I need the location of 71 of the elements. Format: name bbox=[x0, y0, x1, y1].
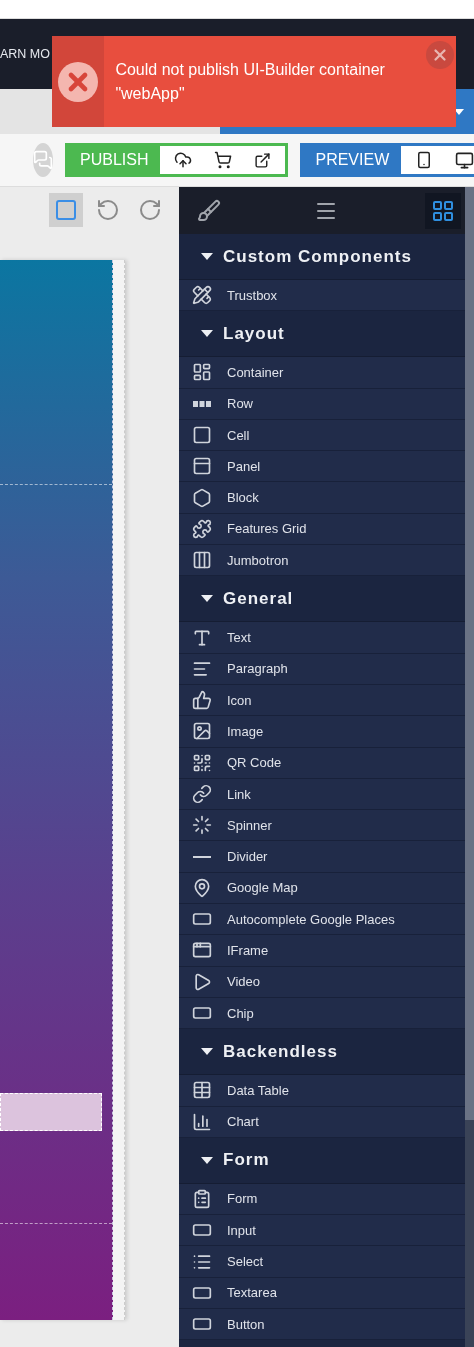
component-item[interactable]: Spinner bbox=[179, 810, 465, 842]
grid-icon bbox=[431, 198, 455, 223]
form-icon bbox=[192, 1188, 212, 1209]
hexagon-icon bbox=[192, 487, 212, 508]
square-icon bbox=[192, 425, 212, 446]
component-item[interactable]: Google Map bbox=[179, 872, 465, 905]
component-item[interactable]: Chip bbox=[179, 997, 465, 1030]
error-message: Could not publish UI-Builder container "webApp" bbox=[115, 59, 386, 104]
component-item[interactable]: Image bbox=[179, 716, 465, 748]
caret-icon bbox=[201, 1156, 213, 1164]
caret-icon bbox=[454, 108, 464, 115]
component-item[interactable]: Block bbox=[179, 482, 465, 514]
panel-icon bbox=[192, 456, 212, 477]
component-item[interactable]: Button bbox=[179, 1309, 465, 1341]
preview-button[interactable]: PREVIEW bbox=[303, 146, 402, 174]
redo-icon bbox=[138, 198, 162, 222]
external-link-icon[interactable] bbox=[254, 151, 272, 169]
component-item[interactable]: Row bbox=[179, 388, 465, 420]
component-item[interactable]: Features Grid bbox=[179, 513, 465, 546]
select-icon bbox=[54, 198, 78, 222]
chat-icon bbox=[33, 150, 53, 170]
puzzle-icon bbox=[192, 518, 212, 539]
chart-icon bbox=[192, 1111, 212, 1132]
component-item[interactable]: Trustbox bbox=[179, 280, 465, 312]
component-item[interactable]: Data Table bbox=[179, 1075, 465, 1107]
grid-tab[interactable] bbox=[425, 192, 461, 229]
table-icon bbox=[192, 1080, 212, 1101]
pencil-ruler-icon bbox=[192, 285, 212, 306]
dashboard-icon bbox=[192, 362, 212, 383]
row-icon bbox=[193, 399, 211, 408]
video-icon bbox=[192, 971, 212, 992]
credits-link[interactable]: ARN MO bbox=[0, 47, 50, 61]
caret-icon bbox=[201, 253, 213, 260]
cloud-upload-icon[interactable] bbox=[174, 151, 193, 169]
component-item[interactable]: Text bbox=[179, 622, 465, 654]
component-item[interactable]: Form bbox=[179, 1183, 465, 1216]
component-item[interactable]: Input bbox=[179, 1215, 465, 1247]
component-item[interactable]: Panel bbox=[179, 451, 465, 483]
component-item[interactable]: IFrame bbox=[179, 935, 465, 967]
component-item[interactable]: Divider bbox=[179, 841, 465, 873]
close-button[interactable] bbox=[426, 41, 454, 69]
component-item[interactable]: Container bbox=[179, 357, 465, 389]
caret-icon bbox=[201, 595, 213, 603]
component-item[interactable]: Textarea bbox=[179, 1277, 465, 1309]
iframe-icon bbox=[192, 940, 212, 961]
component-item[interactable]: Cell bbox=[179, 419, 465, 452]
component-item[interactable]: Autocomplete Google Places bbox=[179, 904, 465, 936]
component-item[interactable]: Jumbotron bbox=[179, 545, 465, 577]
cart-icon[interactable] bbox=[214, 151, 233, 169]
undo-icon bbox=[96, 198, 120, 222]
component-item[interactable]: Icon bbox=[179, 684, 465, 717]
component-item[interactable]: Link bbox=[179, 778, 465, 811]
image-icon bbox=[192, 721, 212, 742]
component-item[interactable]: Chart bbox=[179, 1106, 465, 1138]
component-item[interactable]: Select bbox=[179, 1246, 465, 1278]
close-icon bbox=[431, 46, 449, 64]
qr-code-icon bbox=[192, 752, 212, 773]
thumbs-up-icon bbox=[192, 690, 212, 711]
divider-icon bbox=[193, 855, 211, 858]
spinner-icon bbox=[192, 815, 212, 836]
component-item[interactable]: Paragraph bbox=[179, 653, 465, 685]
caret-icon bbox=[201, 1048, 213, 1056]
monitor-icon[interactable] bbox=[455, 150, 474, 170]
jumbotron-icon bbox=[192, 550, 212, 571]
component-item[interactable]: Video bbox=[179, 966, 465, 998]
brush-icon bbox=[197, 198, 221, 223]
link-icon bbox=[192, 784, 212, 804]
caret-icon bbox=[201, 330, 213, 338]
component-item[interactable]: QR Code bbox=[179, 747, 465, 779]
scrollbar[interactable] bbox=[465, 187, 474, 1347]
map-pin-icon bbox=[192, 877, 212, 898]
